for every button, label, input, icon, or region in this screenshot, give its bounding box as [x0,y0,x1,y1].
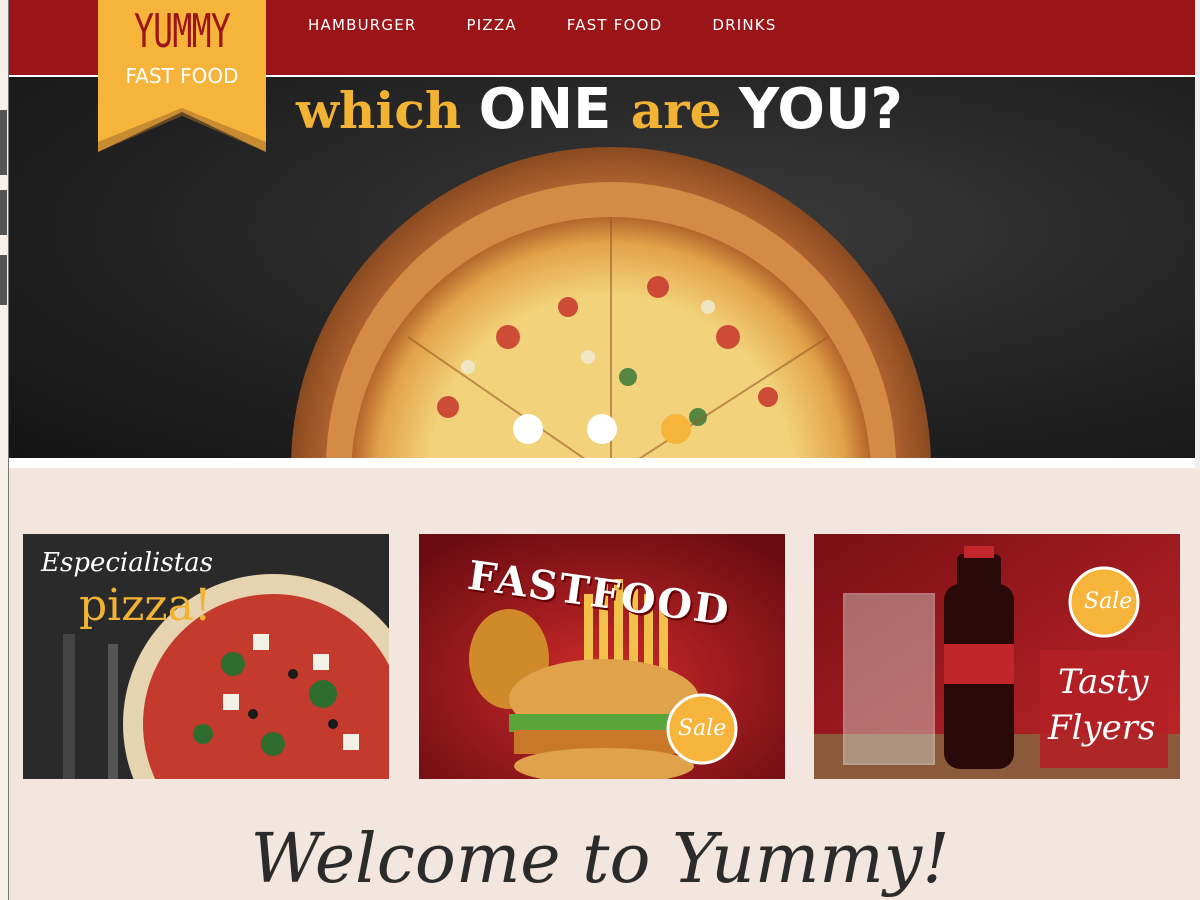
nav-item-drinks[interactable]: DRINKS [712,16,776,34]
slider-dot-1[interactable] [513,414,543,444]
slider-dots [513,414,691,444]
promo-drinks-line2: Flyers [1048,708,1156,748]
slider-dot-3[interactable] [661,414,691,444]
slider-dot-2[interactable] [587,414,617,444]
window-left-edge [0,0,9,900]
hero-heading: which ONE are YOU? [296,77,903,142]
promo-card-drinks[interactable]: Sale Tasty Flyers [814,534,1180,779]
promo-pizza-line2: pizza! [79,580,212,631]
window-right-edge [1195,0,1200,470]
promo-card-pizza[interactable]: Especialistas pizza! [23,534,389,779]
hero-bottom-border [8,458,1195,468]
nav-menu: HAMBURGER PIZZA FAST FOOD DRINKS [308,16,777,34]
welcome-heading: Welcome to Yummy! [250,820,950,899]
hero-heading-you: YOU? [738,77,903,142]
nav-item-fast-food[interactable]: FAST FOOD [567,16,663,34]
hero-heading-which: which [296,81,479,140]
promo-fastfood-badge: Sale [678,716,727,741]
nav-item-pizza[interactable]: PIZZA [467,16,517,34]
logo-subtitle: FAST FOOD [125,64,239,88]
promo-pizza-line1: Especialistas [41,548,213,578]
promo-card-fastfood[interactable]: FASTFOOD Sale [419,534,785,779]
promo-drinks-line1: Tasty [1058,662,1149,702]
logo-title: YUMMY [133,4,231,58]
nav-item-hamburger[interactable]: HAMBURGER [308,16,417,34]
promo-drinks-badge: Sale [1084,589,1133,614]
hero-heading-are: are [630,81,739,140]
hero-heading-one: ONE [478,77,631,142]
brand-logo[interactable]: YUMMY FAST FOOD [98,0,266,152]
